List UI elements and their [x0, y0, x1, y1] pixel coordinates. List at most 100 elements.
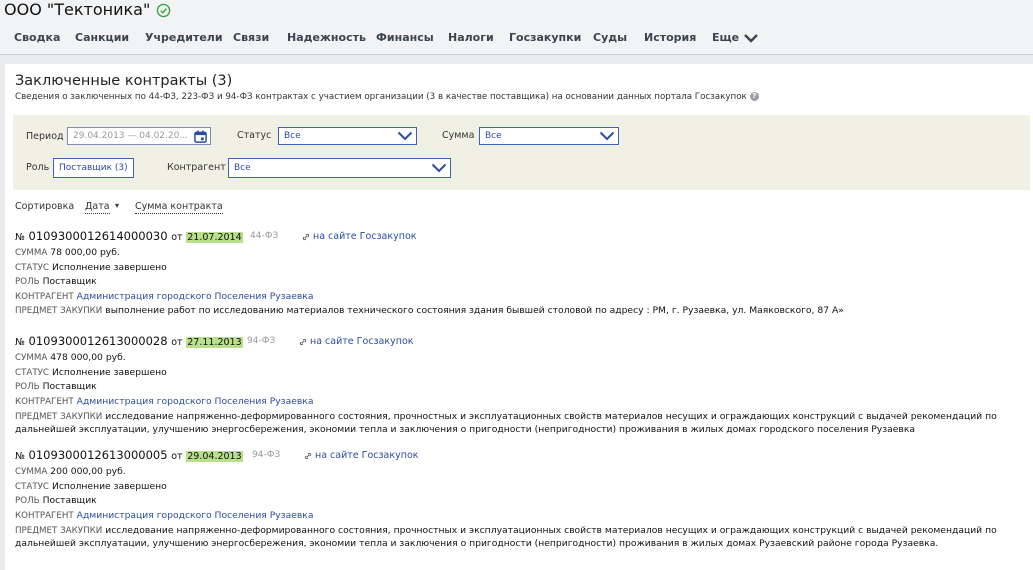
period-label: Период: [26, 131, 64, 142]
portal-link[interactable]: на сайте Госзакупок: [302, 231, 417, 242]
counterparty-link[interactable]: Администрация городского Поселения Рузае…: [77, 510, 314, 521]
status-label: Статус: [237, 130, 272, 141]
sort-bar: Сортировка Дата ▾ Сумма контракта: [15, 201, 223, 214]
tab-procurement[interactable]: Госзакупки: [509, 30, 581, 46]
contract-counterparty: КОНТРАГЕНТ Администрация городского Посел…: [15, 395, 1030, 410]
contract-number-value[interactable]: 0109300012613000005: [29, 448, 168, 462]
status-label: СТАТУС: [15, 367, 49, 378]
tab-reliability[interactable]: Надежность: [287, 30, 366, 46]
sum-value: 478 000,00 руб.: [50, 352, 126, 363]
chevron-down-icon: [431, 163, 447, 173]
contract-date: 27.11.2013: [186, 337, 243, 348]
sum-value: 200 000,00 руб.: [50, 466, 126, 477]
date-prefix: от: [171, 451, 183, 462]
status-select[interactable]: Все: [278, 127, 417, 145]
counterparty-label: КОНТРАГЕНТ: [15, 510, 74, 521]
status-value: Исполнение завершено: [51, 480, 167, 492]
section-subtitle: Сведения о заключенных по 44-ФЗ, 223-ФЗ …: [15, 92, 759, 102]
link-icon: [302, 233, 310, 240]
number-prefix: №: [15, 451, 25, 462]
contract-status: СТАТУС Исполнение завершено: [15, 366, 1030, 381]
status-value: Исполнение завершено: [51, 261, 167, 273]
contract-sum: СУММА 200 000,00 руб.: [15, 465, 1030, 480]
role-label: РОЛЬ: [15, 496, 40, 506]
sum-label: СУММА: [15, 248, 48, 258]
sort-label: Сортировка: [15, 201, 75, 212]
contract-subject: ПРЕДМЕТ ЗАКУПКИ исследование напряженно-д…: [15, 525, 1030, 549]
section-title: Заключенные контракты (3): [15, 73, 233, 89]
contract-subject: ПРЕДМЕТ ЗАКУПКИ выполнение работ по иссле…: [15, 304, 1030, 319]
role-label: РОЛЬ: [15, 382, 40, 392]
tab-founders[interactable]: Учредители: [145, 30, 223, 46]
contract-item: № 0109300012613000005 от 29.04.2013 94-Ф…: [15, 448, 1030, 549]
subject-value: выполнение работ по исследованию материа…: [105, 305, 844, 316]
contract-header: № 0109300012613000005 от 29.04.2013 94-Ф…: [15, 448, 1030, 464]
tab-taxes[interactable]: Налоги: [448, 30, 494, 46]
role-value: Поставщик: [42, 381, 97, 392]
counterparty-label: КОНТРАГЕНТ: [15, 291, 74, 302]
sort-by-date[interactable]: Дата: [85, 201, 110, 214]
contract-number: № 0109300012614000030 от 21.07.2014: [15, 229, 243, 243]
sort-by-sum[interactable]: Сумма контракта: [135, 201, 223, 214]
counterparty-select[interactable]: Все: [228, 158, 451, 178]
counterparty-link[interactable]: Администрация городского Поселения Рузае…: [77, 291, 314, 302]
subject-label: ПРЕДМЕТ ЗАКУПКИ: [15, 306, 103, 316]
tab-summary[interactable]: Сводка: [14, 30, 60, 46]
subject-value: исследование напряженно-деформированного…: [15, 411, 997, 435]
subject-value: исследование напряженно-деформированного…: [15, 525, 997, 549]
contract-status: СТАТУС Исполнение завершено: [15, 261, 1030, 276]
sum-label: Сумма: [442, 130, 475, 141]
contract-status: СТАТУС Исполнение завершено: [15, 480, 1030, 495]
status-label: СТАТУС: [15, 262, 49, 273]
status-value: Исполнение завершено: [51, 366, 167, 378]
date-prefix: от: [171, 232, 183, 243]
contract-role: РОЛЬ Поставщик: [15, 380, 1030, 395]
sort-by-date-label: Дата: [85, 201, 110, 212]
date-prefix: от: [171, 337, 183, 348]
contract-sum: СУММА 78 000,00 руб.: [15, 246, 1030, 261]
role-supplier-button[interactable]: Поставщик (3): [53, 158, 134, 178]
sort-arrow-icon: ▾: [115, 201, 120, 210]
counterparty-select-value: Все: [234, 163, 251, 173]
tab-more[interactable]: Еще: [712, 30, 759, 46]
company-name: ООО "Тектоника": [4, 0, 151, 19]
contract-number: № 0109300012613000005 от 29.04.2013: [15, 448, 243, 462]
tab-courts[interactable]: Суды: [593, 30, 627, 46]
contract-number-value[interactable]: 0109300012613000028: [29, 334, 168, 348]
header: ООО "Тектоника" Сводка Санкции Учредител…: [0, 0, 1033, 55]
contract-role: РОЛЬ Поставщик: [15, 494, 1030, 509]
portal-link-label: на сайте Госзакупок: [313, 231, 417, 242]
portal-link[interactable]: на сайте Госзакупок: [304, 450, 419, 461]
tab-finance[interactable]: Финансы: [376, 30, 434, 46]
chevron-down-icon: [397, 131, 413, 141]
counterparty-label: КОНТРАГЕНТ: [15, 396, 74, 407]
chevron-down-icon: [744, 34, 758, 43]
status-select-value: Все: [284, 131, 301, 141]
contract-number-value[interactable]: 0109300012614000030: [29, 229, 168, 243]
link-icon: [299, 338, 307, 345]
sum-label: СУММА: [15, 353, 48, 363]
section-subtitle-text: Сведения о заключенных по 44-ФЗ, 223-ФЗ …: [15, 92, 747, 102]
contract-law: 94-ФЗ: [247, 336, 276, 346]
tab-sanctions[interactable]: Санкции: [75, 30, 129, 46]
contract-subject: ПРЕДМЕТ ЗАКУПКИ исследование напряженно-д…: [15, 411, 1030, 435]
portal-link-label: на сайте Госзакупок: [310, 336, 414, 347]
contract-sum: СУММА 478 000,00 руб.: [15, 351, 1030, 366]
sum-select[interactable]: Все: [479, 127, 619, 145]
contracts-panel: Заключенные контракты (3) Сведения о зак…: [5, 64, 1033, 570]
check-circle-icon: [157, 3, 171, 18]
period-value: 29.04.2013 — 04.02.20...: [73, 131, 188, 141]
company-title: ООО "Тектоника": [4, 0, 171, 20]
help-icon[interactable]: ?: [749, 92, 759, 101]
tab-history[interactable]: История: [644, 30, 696, 46]
portal-link[interactable]: на сайте Госзакупок: [299, 336, 414, 347]
tab-links[interactable]: Связи: [233, 30, 269, 46]
calendar-icon[interactable]: [194, 130, 207, 143]
link-icon: [304, 452, 312, 459]
status-label: СТАТУС: [15, 481, 49, 492]
subject-label: ПРЕДМЕТ ЗАКУПКИ: [15, 526, 103, 536]
contract-counterparty: КОНТРАГЕНТ Администрация городского Посел…: [15, 509, 1030, 524]
period-input[interactable]: 29.04.2013 — 04.02.20...: [67, 127, 211, 145]
contract-law: 94-ФЗ: [252, 450, 281, 460]
counterparty-link[interactable]: Администрация городского Поселения Рузае…: [77, 396, 314, 407]
